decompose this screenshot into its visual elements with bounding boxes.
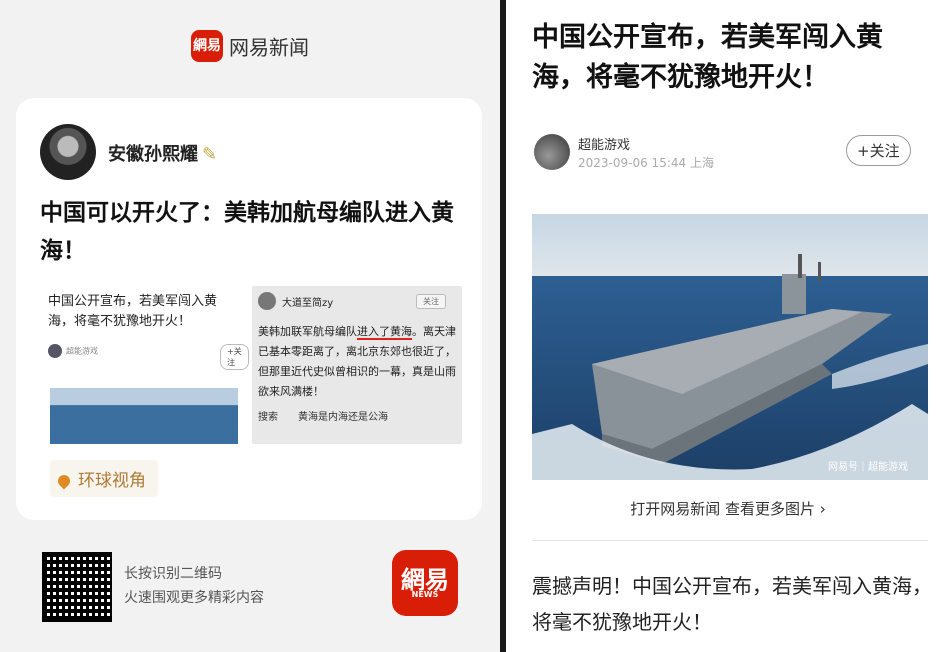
brand-header: 網易 网易新闻 — [0, 30, 500, 62]
author-avatar[interactable] — [40, 124, 96, 180]
post-headline[interactable]: 中国可以开火了：美韩加航母编队进入黄海！ — [40, 194, 460, 270]
left-screenshot-panel: 網易 网易新闻 安徽孙熙耀 ✎ 中国可以开火了：美韩加航母编队进入黄海！ 中国公开宣… — [0, 0, 500, 652]
netease-logo-icon: 網易 — [191, 30, 223, 62]
embedded-post-avatar — [258, 292, 276, 310]
open-app-more-photos-link[interactable]: 打开网易新闻 查看更多图片 › — [506, 498, 950, 519]
right-screenshot-panel: 中国公开宣布，若美军闯入黄海，将毫不犹豫地开火！ 超能游戏 2023-09-06… — [506, 0, 950, 652]
embedded-post-screenshot[interactable]: 大道至简zy 关注 美韩加联军航母编队进入了黄海。离天津已基本零距离了，离北京东… — [252, 286, 462, 444]
publish-date: 2023-09-06 15:44 上海 — [578, 156, 714, 170]
topic-tag[interactable]: 环球视角 — [50, 460, 158, 497]
photo-watermark: 网易号｜超能游戏 — [828, 460, 908, 473]
underlined-phrase: 进入了黄海 — [357, 325, 412, 340]
author-avatar[interactable] — [534, 134, 570, 170]
pen-icon: ✎ — [202, 144, 218, 165]
author-name[interactable]: 安徽孙熙耀 ✎ — [108, 140, 217, 166]
embedded-post-follow: 关注 — [416, 294, 446, 309]
qr-caption: 长按识别二维码 火速围观更多精彩内容 — [124, 566, 264, 606]
embedded-post-body: 美韩加联军航母编队进入了黄海。离天津已基本零距离了，离北京东郊也很近了，但那里近… — [258, 325, 456, 398]
article-body: 震撼声明！中国公开宣布，若美军闯入黄海，将毫不犹豫地开火！ — [532, 574, 932, 634]
embedded-warship-image — [50, 388, 238, 444]
post-card[interactable]: 安徽孙熙耀 ✎ 中国可以开火了：美韩加航母编队进入黄海！ 中国公开宣布，若美军闯入… — [16, 98, 482, 520]
separator — [532, 540, 928, 541]
netease-app-icon[interactable]: 網易 NEWS — [392, 550, 458, 616]
author-name[interactable]: 超能游戏 — [578, 134, 630, 153]
embedded-follow-button: +关注 — [220, 344, 249, 370]
warship-photo[interactable]: 网易号｜超能游戏 — [532, 214, 928, 480]
embedded-post-search: 搜索 黄海是内海还是公海 — [258, 412, 388, 423]
article-title: 中国公开宣布，若美军闯入黄海，将毫不犹豫地开火！ — [532, 22, 883, 93]
embedded-article-screenshot[interactable]: 中国公开宣布，若美军闯入黄海，将毫不犹豫地开火！ 超能游戏 +关注 — [40, 286, 249, 446]
follow-button[interactable]: +关注 — [846, 135, 911, 166]
embedded-article-meta: 超能游戏 — [48, 344, 98, 358]
qr-code[interactable] — [42, 552, 112, 622]
embedded-avatar — [48, 344, 62, 358]
embedded-article-title: 中国公开宣布，若美军闯入黄海，将毫不犹豫地开火！ — [48, 294, 218, 329]
brand-name: 网易新闻 — [229, 35, 309, 60]
location-pin-icon — [55, 472, 73, 490]
